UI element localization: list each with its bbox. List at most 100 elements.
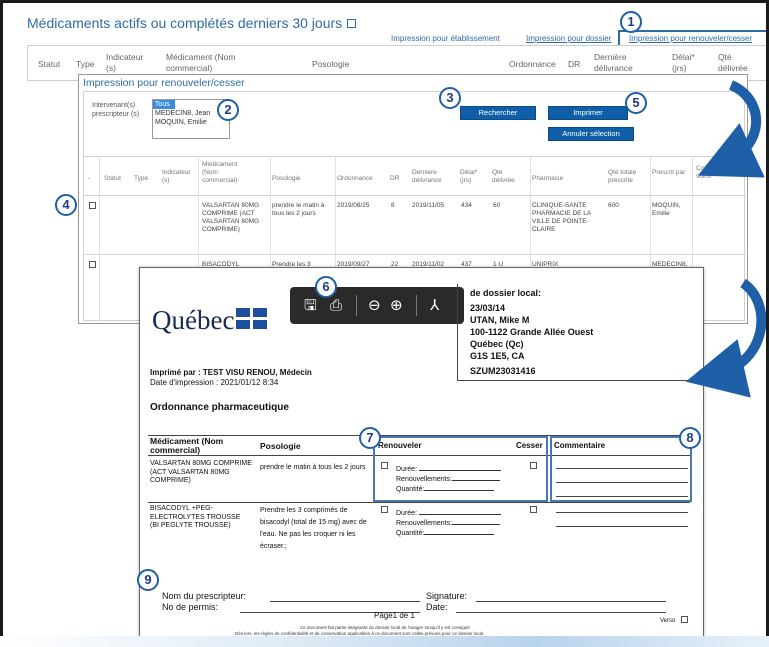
col-derniere: Dernière délivrance: [412, 169, 442, 184]
stop-checkbox[interactable]: [530, 506, 537, 513]
date-label: Date:: [426, 602, 448, 612]
callout-9: 9: [137, 569, 159, 591]
patient-birthdate: 23/03/14: [470, 303, 506, 313]
col-posologie: Posologie: [260, 441, 301, 451]
med-name: VALSARTAN 80MG COMPRIME (ACT VALSARTAN 8…: [150, 460, 252, 484]
duration-label: Durée:: [396, 510, 418, 517]
prescriber-label: Intervenant(s) prescripteur (s): [92, 102, 140, 118]
col-indicateur: Indicateur (s): [162, 169, 191, 184]
row-checkbox[interactable]: [89, 202, 96, 209]
row-qte-totale: 600: [608, 202, 619, 209]
row-prescrit-par: MOQUIN, Emilie: [652, 202, 681, 217]
print-date: Date d'impression : 2021/01/12 8:34: [150, 378, 279, 387]
renewals-label: Renouvellements:: [396, 520, 453, 527]
col-contexte: Contexte de soins: [696, 165, 732, 180]
print-icon[interactable]: ⎙: [330, 297, 342, 314]
col-qte: Qté délivrée: [718, 52, 748, 73]
duration-line[interactable]: [418, 508, 501, 515]
printed-by: Imprimé par : TEST VISU RENOU, Médecin: [150, 368, 312, 377]
date-line[interactable]: [456, 612, 666, 613]
med-posology: Prendre les 3 comprimés de bisacodyl (to…: [260, 507, 367, 550]
patient-address: 100-1122 Grande Allée Ouest: [470, 327, 594, 337]
row-pharmacie: CLINIQUE-SANTE PHARMACIE DE LA VILLE DE …: [532, 202, 591, 233]
renew-stop-title: Impression pour renouveler/cesser: [83, 77, 245, 89]
col-indicateur: Indicateur (s): [106, 52, 144, 73]
acrobat-icon[interactable]: ⅄: [430, 297, 439, 314]
med-posology: prendre le matin à tous les 2 jours: [260, 464, 366, 471]
prescriber-option[interactable]: Tous: [153, 100, 175, 109]
patient-city: Québec (Qc): [470, 339, 524, 349]
renewals-line[interactable]: [452, 518, 501, 525]
print-button[interactable]: Imprimer: [548, 106, 628, 120]
search-button[interactable]: Rechercher: [460, 106, 536, 120]
print-establishment-link[interactable]: Impression pour établissement: [391, 34, 500, 43]
comment-line[interactable]: [556, 512, 688, 513]
quantity-line[interactable]: [424, 528, 495, 535]
save-icon[interactable]: 🖫: [304, 297, 317, 314]
callout-8: 8: [679, 427, 701, 449]
highlight-box-8: [550, 436, 692, 502]
renew-table-header: - Statut Type Indicateur (s) Médicament …: [84, 156, 746, 196]
patient-id: SZUM23031416: [470, 366, 536, 376]
col-prescrit-par: Prescrit par: [652, 169, 686, 176]
row-ordonnance: 2019/08/25: [337, 202, 370, 209]
permit-label: No de permis:: [162, 602, 219, 612]
column-divider: [99, 156, 100, 322]
col-ordonnance: Ordonnance: [337, 175, 373, 182]
col-dr: DR: [568, 59, 581, 69]
patient-postal: G1S 1E5, CA: [470, 351, 525, 361]
callout-2: 2: [217, 99, 239, 121]
callout-4: 4: [55, 194, 77, 216]
callout-5: 5: [625, 92, 647, 114]
window-icon[interactable]: [347, 19, 357, 28]
prescriber-option[interactable]: MOQUIN, Emilie: [153, 118, 229, 127]
zoom-out-icon[interactable]: ⊖: [368, 297, 381, 314]
renewals-field: Renouvellements:: [396, 518, 501, 527]
callout-3: 3: [439, 87, 461, 109]
col-posologie: Posologie: [312, 59, 350, 69]
renew-checkbox[interactable]: [381, 506, 388, 513]
quebec-flag-icon: [236, 308, 268, 330]
col-derniere: Dernière délivrance: [594, 52, 633, 73]
patient-name: UTAN, Mike M: [470, 315, 530, 325]
row-dr: 8: [391, 202, 395, 209]
col-qte: Qté délivrée: [492, 169, 515, 184]
active-meds-title-text: Médicaments actifs ou complétés derniers…: [27, 15, 343, 31]
col-statut: Statut: [38, 59, 61, 69]
cancel-selection-button[interactable]: Annuler sélection: [548, 127, 634, 141]
row-checkbox[interactable]: [89, 261, 96, 268]
col-posologie: Posologie: [272, 175, 301, 182]
signature-label: Signature:: [426, 591, 468, 601]
print-record-link[interactable]: Impression pour dossier: [526, 34, 611, 43]
verso-label: Verso: [660, 618, 676, 624]
prescriber-name-line[interactable]: [270, 601, 420, 602]
prescription-document: Québec 🖫 ⎙ ⊖ ⊕ ⅄ de dossier local: 23/03…: [139, 267, 704, 638]
col-dr: DR: [390, 175, 400, 182]
row-qte: 60: [493, 202, 501, 209]
col-medicament: Médicament (Nom commercial): [150, 436, 224, 455]
row-derniere: 2019/11/05: [412, 202, 445, 209]
quebec-logo: Québec: [152, 305, 235, 335]
verso-checkbox[interactable]: [681, 616, 688, 623]
row-separator: [84, 254, 746, 255]
med-name: BISACODYL +PEG-ELECTROLYTES TROUSSE (BI …: [150, 505, 241, 529]
col-medicament: Médicament (Nom commercial): [166, 52, 236, 73]
callout-7: 7: [359, 427, 381, 449]
local-record-label: de dossier local:: [470, 288, 542, 298]
signature-line[interactable]: [476, 601, 666, 602]
col-qte-totale: Qté totale prescrite: [608, 169, 637, 184]
active-meds-title: Médicaments actifs ou complétés derniers…: [27, 15, 357, 31]
col-delai: Délai* (jrs): [460, 169, 478, 184]
toolbar-divider: [416, 295, 417, 316]
document-heading: Ordonnance pharmaceutique: [150, 402, 289, 413]
col-statut: Statut: [104, 175, 121, 182]
decorative-band: [0, 636, 769, 647]
col-delai: Délai* (jrs): [672, 52, 695, 73]
zoom-in-icon[interactable]: ⊕: [390, 297, 403, 314]
row-posologie: prendre le matin à tous les 2 jours: [272, 202, 325, 217]
col-medicament: Médicament (Nom commercial): [202, 161, 238, 184]
comment-line[interactable]: [556, 526, 688, 527]
callout-1: 1: [620, 11, 642, 33]
quantity-field: Quantité:: [396, 528, 495, 537]
col-pharmacie: Pharmacie: [532, 175, 564, 182]
